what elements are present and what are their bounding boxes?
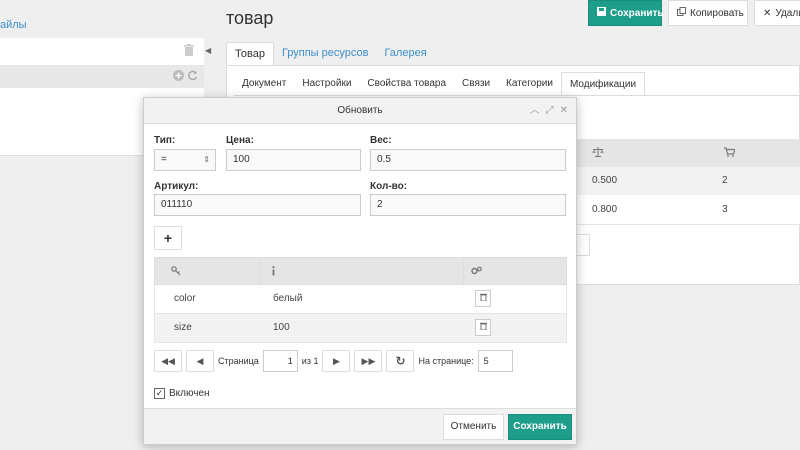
key-icon	[171, 266, 181, 279]
refresh-icon[interactable]	[187, 70, 198, 84]
trash-icon	[479, 293, 487, 303]
type-select[interactable]: = ⇕	[154, 149, 216, 171]
enabled-checkbox[interactable]: ✓ Включен	[154, 388, 210, 399]
copy-button[interactable]: Копировать	[668, 0, 748, 26]
weight-label: Вес:	[370, 135, 392, 146]
update-modal: Обновить ︿ ⤢ ✕ Тип: = ⇕ Цена: 100 Вес: 0…	[143, 97, 577, 445]
tree-row-selected[interactable]	[0, 66, 204, 88]
options-table: color белый size 100	[154, 257, 567, 343]
subtab-modifications[interactable]: Модификации	[560, 72, 646, 97]
table-row[interactable]: size 100	[154, 314, 567, 343]
scale-icon	[592, 147, 604, 160]
per-page-input[interactable]: 5	[477, 350, 513, 372]
page-input[interactable]: 1	[262, 350, 298, 372]
info-icon	[271, 266, 276, 279]
cancel-button[interactable]: Отменить	[443, 414, 504, 440]
subtab-categories[interactable]: Категории	[498, 72, 561, 97]
pager: ◀◀ ◀ Страница 1 из 1 ▶ ▶▶ ↻ На странице:…	[154, 350, 513, 372]
article-input[interactable]: 011110	[154, 194, 361, 216]
type-label: Тип:	[154, 135, 176, 146]
next-page-button[interactable]: ▶	[322, 350, 351, 372]
close-icon: ✕	[763, 7, 772, 19]
trash-icon[interactable]	[184, 44, 194, 59]
subtab-document[interactable]: Документ	[234, 72, 294, 97]
bg-button[interactable]	[576, 234, 590, 256]
modal-header[interactable]: Обновить ︿ ⤢ ✕	[144, 98, 576, 124]
article-label: Артикул:	[154, 181, 199, 192]
col-sep	[259, 258, 260, 284]
col-sep	[463, 258, 464, 284]
double-left-icon: ◀◀	[161, 356, 175, 366]
checkbox-checked-icon: ✓	[154, 388, 165, 399]
expand-icon[interactable]: ⤢	[546, 98, 554, 124]
add-option-button[interactable]: +	[154, 226, 182, 250]
sub-tabs: Документ Настройки Свойства товара Связи…	[234, 72, 646, 97]
delete-row-button[interactable]	[475, 290, 491, 307]
prev-page-button[interactable]: ◀	[186, 350, 214, 372]
trash-icon	[479, 322, 487, 332]
bg-table-header	[576, 139, 800, 167]
files-link[interactable]: айлы	[0, 19, 27, 31]
save-button[interactable]: Сохранить	[508, 414, 572, 440]
table-row[interactable]: color белый	[154, 285, 567, 314]
delete-row-button[interactable]	[475, 319, 491, 336]
delete-button[interactable]: ✕ Удалит	[754, 0, 800, 26]
qty-label: Кол-во:	[370, 181, 408, 192]
price-input[interactable]: 100	[226, 149, 361, 171]
subtab-settings[interactable]: Настройки	[294, 72, 359, 97]
cart-icon	[724, 147, 736, 160]
qty-input[interactable]: 2	[370, 194, 566, 216]
copy-icon	[677, 7, 686, 19]
divider	[234, 95, 800, 96]
modal-title: Обновить	[337, 105, 383, 116]
page-title: товар	[226, 8, 274, 28]
main-tabs: Товар Группы ресурсов Галерея	[226, 42, 435, 65]
first-page-button[interactable]: ◀◀	[154, 350, 182, 372]
left-icon: ◀	[196, 356, 204, 366]
last-page-button[interactable]: ▶▶	[354, 350, 383, 372]
plus-icon: +	[163, 230, 173, 246]
floppy-icon	[597, 7, 606, 19]
refresh-icon: ↻	[395, 354, 406, 368]
subtab-links[interactable]: Связи	[454, 72, 498, 97]
price-label: Цена:	[226, 135, 254, 146]
page-label: Страница	[218, 356, 259, 366]
collapse-panel-icon[interactable]: ◀	[205, 46, 211, 55]
subtab-properties[interactable]: Свойства товара	[359, 72, 454, 97]
add-circle-icon[interactable]	[173, 70, 184, 84]
chevron-up-icon[interactable]: ︿	[530, 98, 540, 124]
modal-footer: Отменить Сохранить	[144, 408, 576, 444]
table-row[interactable]: 0.800 3	[576, 195, 800, 225]
tree-toolbar-row	[0, 38, 204, 66]
spinner-icon: ⇕	[203, 155, 210, 164]
weight-input[interactable]: 0.5	[370, 149, 566, 171]
enabled-label: Включен	[169, 388, 210, 399]
options-table-header	[154, 257, 567, 285]
save-button-top[interactable]: Сохранить	[588, 0, 664, 26]
close-icon[interactable]: ✕	[560, 98, 568, 124]
per-page-label: На странице:	[418, 356, 474, 366]
double-right-icon: ▶▶	[361, 356, 376, 366]
page-of: из 1	[301, 356, 319, 366]
right-icon: ▶	[333, 356, 340, 366]
tab-gallery[interactable]: Галерея	[376, 42, 434, 65]
gears-icon	[471, 266, 482, 279]
refresh-button[interactable]: ↻	[386, 350, 415, 372]
tab-product[interactable]: Товар	[226, 42, 274, 65]
table-row[interactable]: 0.500 2	[576, 167, 800, 195]
tab-resource-groups[interactable]: Группы ресурсов	[274, 42, 377, 65]
